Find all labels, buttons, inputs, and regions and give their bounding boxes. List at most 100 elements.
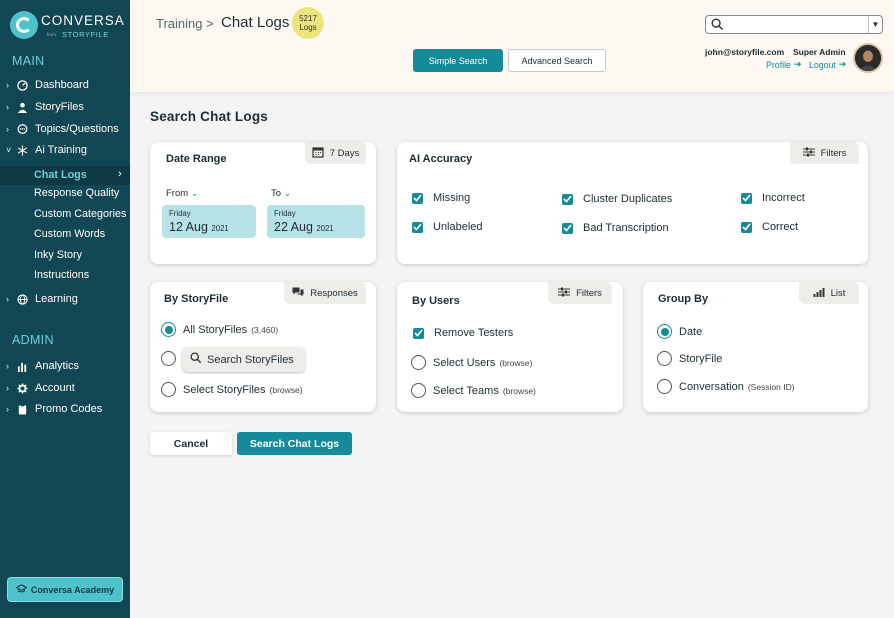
chevron-right-icon: › (6, 124, 9, 134)
advanced-search-button[interactable]: Advanced Search (508, 49, 606, 72)
responses-chip[interactable]: Responses (284, 282, 366, 304)
sidebar-item-label: StoryFiles (35, 101, 84, 113)
profile-link[interactable]: Profile ➔ (766, 59, 801, 70)
chevron-right-icon: › (6, 404, 9, 414)
filter-sliders-icon (558, 287, 571, 300)
checkbox-label: Missing (433, 192, 471, 204)
checkbox-unlabeled[interactable]: Unlabeled (412, 221, 483, 233)
checkmark-icon (562, 193, 573, 205)
to-day: Friday (274, 209, 296, 218)
sidebar-item-storyfiles[interactable]: › StoryFiles (0, 97, 130, 117)
sidebar-item-label: Learning (35, 293, 78, 305)
browse-hint: (browse) (499, 357, 533, 368)
radio-group-date[interactable]: Date (657, 324, 702, 339)
filters-label: Filters (820, 147, 847, 159)
sidebar-subitem-instructions[interactable]: Instructions (34, 269, 89, 281)
chat-bubble-icon (16, 123, 28, 135)
dropdown-arrow-icon[interactable]: ▼ (868, 16, 882, 33)
logs-count-badge: 5217 Logs (292, 7, 324, 39)
speech-bubbles-icon (292, 286, 304, 300)
sidebar-item-analytics[interactable]: › Analytics (0, 356, 130, 376)
logo-icon (10, 11, 38, 39)
radio-indicator (411, 355, 426, 370)
list-chip[interactable]: List (799, 282, 859, 304)
users-filters-chip[interactable]: Filters (548, 282, 612, 304)
avatar[interactable] (853, 43, 883, 73)
session-id-hint: (Session ID) (747, 381, 795, 392)
group-by-title: Group By (658, 293, 709, 305)
ai-accuracy-filters-chip[interactable]: Filters (790, 142, 859, 164)
checkbox-cluster-duplicates[interactable]: Cluster Duplicates (562, 193, 672, 205)
logs-count-label: Logs (299, 23, 317, 32)
to-year: 2021 (316, 224, 334, 233)
chevron-right-icon: › (118, 168, 122, 180)
from-dropdown[interactable]: From ⌄ (166, 188, 198, 199)
radio-select-users[interactable]: Select Users (browse) (411, 355, 532, 370)
sidebar-item-topics-questions[interactable]: › Topics/Questions (0, 119, 130, 139)
sidebar-subitem-response-quality[interactable]: Response Quality (34, 187, 119, 199)
sidebar-item-promo-codes[interactable]: › Promo Codes (0, 399, 130, 419)
checkbox-correct[interactable]: Correct (741, 221, 798, 233)
browse-hint: (browse) (269, 384, 303, 395)
checkbox-bad-transcription[interactable]: Bad Transcription (562, 222, 669, 234)
conversa-academy-button[interactable]: Conversa Academy (8, 578, 122, 601)
chevron-right-icon: › (6, 80, 9, 90)
signal-bars-icon (813, 287, 825, 300)
simple-search-button[interactable]: Simple Search (413, 49, 503, 72)
browse-hint: (browse) (502, 385, 536, 396)
days-chip[interactable]: 7 Days (305, 142, 366, 164)
logs-count: 5217 (299, 14, 317, 23)
checkbox-missing[interactable]: Missing (412, 192, 470, 204)
radio-select-teams[interactable]: Select Teams (browse) (411, 383, 536, 398)
sidebar-item-label: Dashboard (35, 79, 89, 91)
clipboard-icon (16, 403, 28, 415)
sidebar-subitem-inky-story[interactable]: Inky Story (34, 249, 82, 261)
sidebar-subitem-chat-logs[interactable]: Chat Logs (34, 169, 87, 181)
arrow-right-icon: ➔ (838, 59, 847, 69)
radio-select-storyfiles[interactable]: Select StoryFiles (browse) (161, 382, 303, 397)
radio-search-storyfiles[interactable] (161, 351, 183, 366)
from-date: 12 Aug 2021 (169, 220, 229, 234)
logo-name: CONVERSA (41, 13, 125, 28)
radio-label: All StoryFiles (183, 323, 248, 336)
sidebar-item-ai-training[interactable]: ˅ Ai Training (0, 140, 130, 160)
conversa-logo[interactable]: CONVERSA from STORYFILE (10, 10, 130, 44)
breadcrumb-training[interactable]: Training (156, 16, 202, 31)
sidebar-subitem-custom-words[interactable]: Custom Words (34, 228, 105, 240)
radio-indicator (161, 351, 176, 366)
sidebar-subitem-custom-categories[interactable]: Custom Categories (34, 208, 126, 220)
checkbox-label: Remove Testers (434, 327, 514, 339)
gear-icon (16, 382, 28, 394)
radio-indicator (161, 382, 176, 397)
radio-label: StoryFile (679, 352, 723, 365)
chevron-right-icon: › (6, 294, 9, 304)
page-heading: Chat Logs (221, 14, 290, 31)
radio-group-storyfile[interactable]: StoryFile (657, 351, 722, 366)
cancel-button[interactable]: Cancel (150, 432, 232, 455)
to-dropdown[interactable]: To ⌄ (271, 188, 291, 199)
sidebar-item-learning[interactable]: › Learning (0, 289, 130, 309)
radio-all-storyfiles[interactable]: All StoryFiles (3,460) (161, 322, 278, 337)
logout-link[interactable]: Logout ➔ (809, 59, 846, 70)
sidebar-item-account[interactable]: › Account (0, 378, 130, 398)
search-chat-logs-button[interactable]: Search Chat Logs (237, 432, 352, 455)
from-date-value: 12 Aug (169, 220, 208, 234)
radio-label: Select Teams (433, 384, 499, 397)
from-date-box[interactable]: Friday 12 Aug 2021 (162, 205, 256, 238)
search-storyfiles-button[interactable]: Search StoryFiles (182, 347, 305, 372)
checkbox-incorrect[interactable]: Incorrect (741, 192, 805, 204)
to-date-box[interactable]: Friday 22 Aug 2021 (267, 205, 365, 238)
user-email: john@storyfile.com (705, 47, 785, 57)
radio-group-conversation[interactable]: Conversation (Session ID) (657, 379, 795, 394)
checkmark-icon (412, 221, 423, 233)
checkbox-remove-testers[interactable]: Remove Testers (413, 327, 513, 339)
date-range-card: Date Range 7 Days (150, 142, 376, 264)
global-search-input[interactable]: ▼ (705, 15, 883, 34)
search-icon (190, 352, 202, 367)
user-role: Super Admin (793, 47, 846, 57)
date-range-title: Date Range (166, 153, 227, 165)
by-storyfile-title: By StoryFile (164, 293, 229, 305)
from-label: From (166, 188, 189, 199)
sidebar-item-dashboard[interactable]: › Dashboard (0, 75, 130, 95)
radio-indicator (657, 379, 672, 394)
